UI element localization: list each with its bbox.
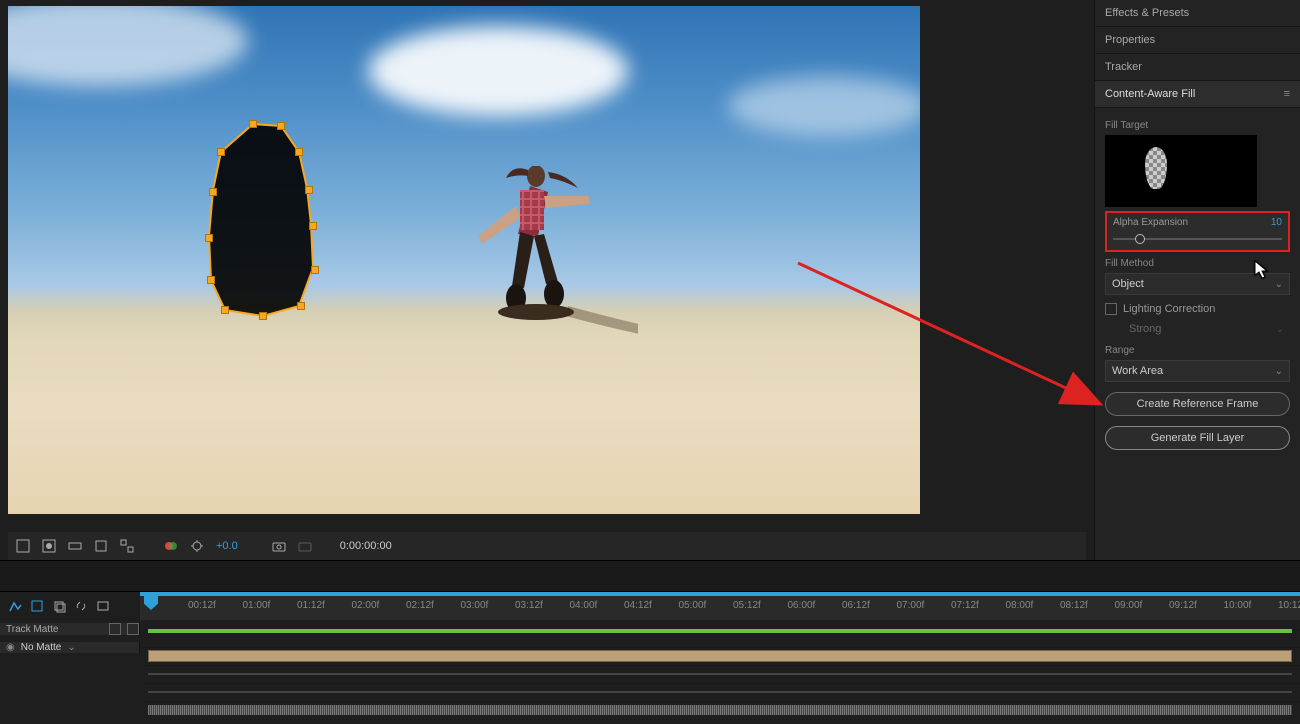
grid-icon[interactable] (14, 537, 32, 555)
channels-icon[interactable] (66, 537, 84, 555)
fill-method-label: Fill Method (1105, 258, 1290, 269)
fill-target-label: Fill Target (1105, 120, 1290, 131)
ruler-tick: 05:00f (679, 600, 707, 611)
range-label: Range (1105, 345, 1290, 356)
alpha-expansion-label: Alpha Expansion (1113, 217, 1188, 228)
timecode-display[interactable]: 0:00:00:00 (340, 540, 392, 552)
panel-tab-properties[interactable]: Properties (1095, 27, 1300, 54)
right-panel-stack: Effects & Presets Properties Tracker Con… (1094, 0, 1300, 560)
chevron-down-icon: ⌄ (1276, 324, 1284, 335)
ruler-tick: 07:00f (897, 600, 925, 611)
timeline-toolbar (0, 592, 140, 620)
panel-menu-icon[interactable]: ≡ (1284, 88, 1290, 100)
chevron-down-icon[interactable]: ⌄ (67, 642, 75, 653)
ruler-tick: 06:12f (842, 600, 870, 611)
ruler-tick: 09:00f (1115, 600, 1143, 611)
ruler-tick: 07:12f (951, 600, 979, 611)
track-bar-area[interactable] (140, 629, 1300, 630)
region-icon[interactable] (118, 537, 136, 555)
timeline-panel: 00:12f 01:00f 01:12f 02:00f 02:12f 03:00f 03:1… (0, 592, 1300, 724)
track-matte-label: Track Matte (6, 624, 58, 635)
ruler-tick: 08:12f (1060, 600, 1088, 611)
ruler-tick: 02:00f (352, 600, 380, 611)
fill-method-select[interactable]: Object ⌄ (1105, 273, 1290, 295)
ruler-tick: 08:00f (1006, 600, 1034, 611)
viewer-footer-bar: +0.0 0:00:00:00 (8, 532, 1086, 560)
ruler-tick: 00:12f (188, 600, 216, 611)
ruler-tick: 04:00f (570, 600, 598, 611)
ruler-tick: 06:00f (788, 600, 816, 611)
ruler-tick: 10:00f (1224, 600, 1252, 611)
preview-image[interactable] (8, 6, 920, 514)
ruler-tick: 04:12f (624, 600, 652, 611)
ruler-tick: 09:12f (1169, 600, 1197, 611)
timeline-ruler[interactable]: 00:12f 01:00f 01:12f 02:00f 02:12f 03:00f 03:1… (140, 592, 1300, 620)
ruler-tick: 03:00f (461, 600, 489, 611)
generate-fill-layer-button[interactable]: Generate Fill Layer (1105, 426, 1290, 450)
panel-tab-tracker[interactable]: Tracker (1095, 54, 1300, 81)
playhead[interactable] (144, 596, 158, 620)
chevron-down-icon: ⌄ (1275, 366, 1283, 377)
lighting-correction-checkbox[interactable] (1105, 303, 1117, 315)
range-select[interactable]: Work Area ⌄ (1105, 360, 1290, 382)
create-reference-frame-button[interactable]: Create Reference Frame (1105, 392, 1290, 416)
alpha-expansion-control[interactable]: Alpha Expansion 10 (1105, 211, 1290, 252)
link-icon[interactable] (72, 597, 90, 615)
fill-target-preview (1105, 135, 1257, 207)
show-snapshot-icon[interactable] (296, 537, 314, 555)
composition-viewer: +0.0 0:00:00:00 (0, 0, 1094, 560)
mask-toggle-icon[interactable] (40, 537, 58, 555)
chevron-down-icon: ⌄ (1275, 279, 1283, 290)
alpha-expansion-value[interactable]: 10 (1271, 217, 1282, 228)
matte-select[interactable]: No Matte (21, 642, 62, 653)
mask-selection[interactable] (203, 118, 333, 331)
ruler-tick: 03:12f (515, 600, 543, 611)
toggle-b[interactable] (127, 623, 139, 635)
marker-icon[interactable] (94, 597, 112, 615)
resolution-icon[interactable] (92, 537, 110, 555)
video-subject (458, 166, 638, 356)
ruler-tick: 01:00f (243, 600, 271, 611)
copy-icon[interactable] (50, 597, 68, 615)
ruler-tick: 02:12f (406, 600, 434, 611)
layer-bar[interactable] (140, 647, 1300, 648)
lighting-correction-label: Lighting Correction (1123, 303, 1215, 315)
snapshot-icon[interactable] (270, 537, 288, 555)
eye-icon[interactable]: ◉ (6, 642, 15, 653)
ruler-tick: 10:12 (1278, 600, 1300, 611)
panel-tab-content-aware-fill[interactable]: Content-Aware Fill ≡ (1095, 81, 1300, 108)
lighting-strength-select: Strong ⌄ (1105, 319, 1290, 339)
exposure-icon[interactable] (188, 537, 206, 555)
color-mgmt-icon[interactable] (162, 537, 180, 555)
exposure-value[interactable]: +0.0 (214, 540, 240, 552)
toggle-a[interactable] (109, 623, 121, 635)
audio-waveform[interactable] (140, 701, 1300, 702)
panel-title: Content-Aware Fill (1105, 88, 1195, 100)
graph-editor-icon[interactable] (6, 597, 24, 615)
ruler-tick: 05:12f (733, 600, 761, 611)
layer-switches-icon[interactable] (28, 597, 46, 615)
alpha-expansion-slider[interactable] (1113, 238, 1282, 240)
ruler-tick: 01:12f (297, 600, 325, 611)
panel-tab-effects[interactable]: Effects & Presets (1095, 0, 1300, 27)
content-aware-fill-panel: Fill Target Alpha Expansion 10 Fill Meth… (1095, 108, 1300, 456)
